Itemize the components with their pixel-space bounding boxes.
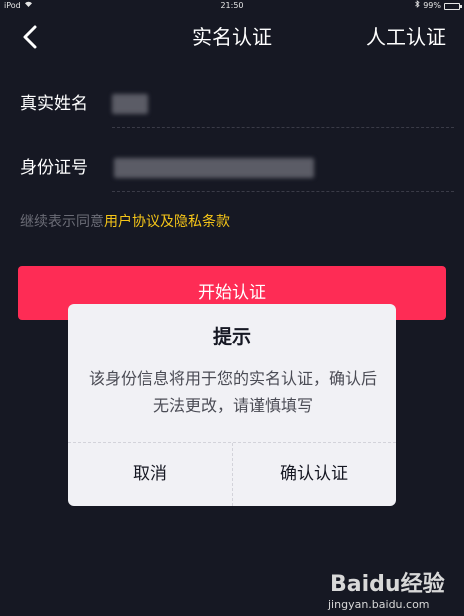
id-label: 身份证号 [20, 158, 88, 178]
name-field-value-blurred[interactable] [112, 94, 148, 114]
nav-bar: 实名认证 人工认证 [0, 14, 464, 58]
bluetooth-icon [415, 0, 420, 12]
agreement-link[interactable]: 用户协议及隐私条款 [104, 214, 230, 230]
cancel-button[interactable]: 取消 [68, 443, 232, 506]
baidu-watermark: Baidu经验 jingyan.baidu.com [322, 572, 458, 612]
agreement-prefix: 继续表示同意 [20, 214, 104, 230]
confirm-verify-button[interactable]: 确认认证 [232, 443, 396, 506]
id-field-row[interactable]: 身份证号 [20, 148, 454, 192]
name-label: 真实姓名 [20, 94, 88, 114]
agreement-text: 继续表示同意用户协议及隐私条款 [20, 212, 230, 232]
status-bar: iPod 21:50 99% [0, 0, 464, 12]
manual-verify-button[interactable]: 人工认证 [366, 24, 446, 50]
confirm-dialog: 提示 该身份信息将用于您的实名认证，确认后无法更改，请谨慎填写 取消 确认认证 [68, 304, 396, 506]
name-field-row[interactable]: 真实姓名 [20, 84, 454, 128]
watermark-domain: jingyan.baidu.com [328, 598, 430, 611]
battery-icon [444, 2, 462, 10]
dialog-title: 提示 [212, 326, 251, 348]
divider [112, 191, 454, 192]
status-time: 21:50 [220, 1, 244, 10]
id-field-value-blurred[interactable] [114, 158, 314, 178]
dialog-message: 该身份信息将用于您的实名认证，确认后无法更改，请谨慎填写 [88, 369, 377, 415]
divider [112, 127, 454, 128]
battery-percent: 99% [423, 1, 441, 10]
watermark-brand: Baidu经验 [330, 572, 445, 597]
